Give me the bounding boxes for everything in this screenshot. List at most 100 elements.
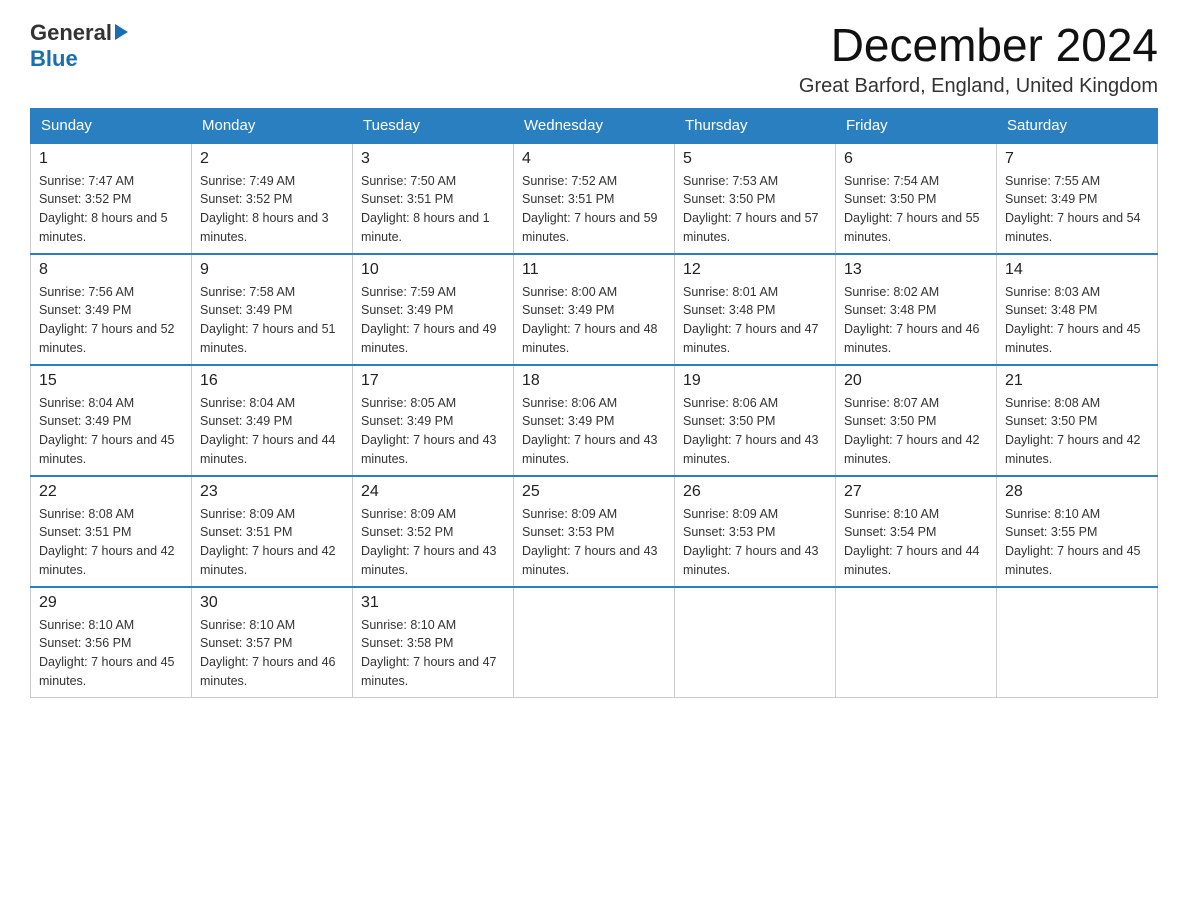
day-number: 18 xyxy=(522,372,666,390)
day-info: Sunrise: 8:07 AMSunset: 3:50 PMDaylight:… xyxy=(844,394,988,469)
day-number: 28 xyxy=(1005,483,1149,501)
day-info: Sunrise: 8:09 AMSunset: 3:51 PMDaylight:… xyxy=(200,505,344,580)
day-number: 16 xyxy=(200,372,344,390)
weekday-header-wednesday: Wednesday xyxy=(514,108,675,143)
weekday-header-tuesday: Tuesday xyxy=(353,108,514,143)
calendar-cell: 6 Sunrise: 7:54 AMSunset: 3:50 PMDaylight… xyxy=(836,143,997,254)
day-number: 11 xyxy=(522,261,666,279)
day-number: 21 xyxy=(1005,372,1149,390)
calendar-cell: 9 Sunrise: 7:58 AMSunset: 3:49 PMDaylight… xyxy=(192,254,353,365)
day-number: 24 xyxy=(361,483,505,501)
day-number: 3 xyxy=(361,150,505,168)
day-info: Sunrise: 8:06 AMSunset: 3:50 PMDaylight:… xyxy=(683,394,827,469)
day-info: Sunrise: 8:10 AMSunset: 3:55 PMDaylight:… xyxy=(1005,505,1149,580)
calendar-cell: 11 Sunrise: 8:00 AMSunset: 3:49 PMDayligh… xyxy=(514,254,675,365)
day-info: Sunrise: 7:58 AMSunset: 3:49 PMDaylight:… xyxy=(200,283,344,358)
calendar-cell: 28 Sunrise: 8:10 AMSunset: 3:55 PMDayligh… xyxy=(997,476,1158,587)
calendar-cell: 16 Sunrise: 8:04 AMSunset: 3:49 PMDayligh… xyxy=(192,365,353,476)
day-number: 8 xyxy=(39,261,183,279)
day-number: 15 xyxy=(39,372,183,390)
day-info: Sunrise: 8:10 AMSunset: 3:57 PMDaylight:… xyxy=(200,616,344,691)
day-number: 19 xyxy=(683,372,827,390)
day-number: 5 xyxy=(683,150,827,168)
calendar-cell: 5 Sunrise: 7:53 AMSunset: 3:50 PMDaylight… xyxy=(675,143,836,254)
day-info: Sunrise: 8:09 AMSunset: 3:53 PMDaylight:… xyxy=(522,505,666,580)
day-number: 26 xyxy=(683,483,827,501)
weekday-header-thursday: Thursday xyxy=(675,108,836,143)
weekday-header-row: SundayMondayTuesdayWednesdayThursdayFrid… xyxy=(31,108,1158,143)
week-row-3: 15 Sunrise: 8:04 AMSunset: 3:49 PMDayligh… xyxy=(31,365,1158,476)
week-row-1: 1 Sunrise: 7:47 AMSunset: 3:52 PMDaylight… xyxy=(31,143,1158,254)
calendar-cell: 20Sunrise: 8:07 AMSunset: 3:50 PMDayligh… xyxy=(836,365,997,476)
day-info: Sunrise: 8:05 AMSunset: 3:49 PMDaylight:… xyxy=(361,394,505,469)
calendar-cell: 24 Sunrise: 8:09 AMSunset: 3:52 PMDayligh… xyxy=(353,476,514,587)
day-info: Sunrise: 8:10 AMSunset: 3:58 PMDaylight:… xyxy=(361,616,505,691)
day-number: 23 xyxy=(200,483,344,501)
day-info: Sunrise: 8:10 AMSunset: 3:56 PMDaylight:… xyxy=(39,616,183,691)
title-block: December 2024 Great Barford, England, Un… xyxy=(799,20,1158,98)
subtitle: Great Barford, England, United Kingdom xyxy=(799,75,1158,98)
day-info: Sunrise: 7:47 AMSunset: 3:52 PMDaylight:… xyxy=(39,172,183,247)
day-number: 9 xyxy=(200,261,344,279)
day-info: Sunrise: 8:04 AMSunset: 3:49 PMDaylight:… xyxy=(200,394,344,469)
day-info: Sunrise: 8:08 AMSunset: 3:51 PMDaylight:… xyxy=(39,505,183,580)
calendar-cell: 23 Sunrise: 8:09 AMSunset: 3:51 PMDayligh… xyxy=(192,476,353,587)
day-info: Sunrise: 7:56 AMSunset: 3:49 PMDaylight:… xyxy=(39,283,183,358)
day-info: Sunrise: 8:09 AMSunset: 3:52 PMDaylight:… xyxy=(361,505,505,580)
day-number: 6 xyxy=(844,150,988,168)
weekday-header-friday: Friday xyxy=(836,108,997,143)
logo: General Blue xyxy=(30,20,128,72)
logo-blue: Blue xyxy=(30,46,128,72)
day-info: Sunrise: 8:10 AMSunset: 3:54 PMDaylight:… xyxy=(844,505,988,580)
day-info: Sunrise: 7:52 AMSunset: 3:51 PMDaylight:… xyxy=(522,172,666,247)
day-number: 25 xyxy=(522,483,666,501)
day-info: Sunrise: 7:55 AMSunset: 3:49 PMDaylight:… xyxy=(1005,172,1149,247)
week-row-4: 22Sunrise: 8:08 AMSunset: 3:51 PMDayligh… xyxy=(31,476,1158,587)
calendar-cell: 21 Sunrise: 8:08 AMSunset: 3:50 PMDayligh… xyxy=(997,365,1158,476)
calendar-cell: 13 Sunrise: 8:02 AMSunset: 3:48 PMDayligh… xyxy=(836,254,997,365)
logo-triangle-icon xyxy=(115,24,128,40)
day-info: Sunrise: 8:08 AMSunset: 3:50 PMDaylight:… xyxy=(1005,394,1149,469)
calendar-cell: 3 Sunrise: 7:50 AMSunset: 3:51 PMDaylight… xyxy=(353,143,514,254)
calendar-cell xyxy=(997,587,1158,698)
calendar-cell: 22Sunrise: 8:08 AMSunset: 3:51 PMDayligh… xyxy=(31,476,192,587)
day-number: 17 xyxy=(361,372,505,390)
day-info: Sunrise: 8:04 AMSunset: 3:49 PMDaylight:… xyxy=(39,394,183,469)
page-header: General Blue December 2024 Great Barford… xyxy=(30,20,1158,98)
day-info: Sunrise: 7:50 AMSunset: 3:51 PMDaylight:… xyxy=(361,172,505,247)
calendar-cell: 29Sunrise: 8:10 AMSunset: 3:56 PMDayligh… xyxy=(31,587,192,698)
weekday-header-monday: Monday xyxy=(192,108,353,143)
main-title: December 2024 xyxy=(799,20,1158,71)
calendar-cell xyxy=(836,587,997,698)
day-info: Sunrise: 7:53 AMSunset: 3:50 PMDaylight:… xyxy=(683,172,827,247)
week-row-2: 8 Sunrise: 7:56 AMSunset: 3:49 PMDaylight… xyxy=(31,254,1158,365)
day-info: Sunrise: 7:49 AMSunset: 3:52 PMDaylight:… xyxy=(200,172,344,247)
day-info: Sunrise: 7:54 AMSunset: 3:50 PMDaylight:… xyxy=(844,172,988,247)
day-number: 1 xyxy=(39,150,183,168)
calendar-cell xyxy=(675,587,836,698)
calendar-cell: 14 Sunrise: 8:03 AMSunset: 3:48 PMDayligh… xyxy=(997,254,1158,365)
day-info: Sunrise: 8:03 AMSunset: 3:48 PMDaylight:… xyxy=(1005,283,1149,358)
day-number: 14 xyxy=(1005,261,1149,279)
calendar-cell xyxy=(514,587,675,698)
day-info: Sunrise: 8:06 AMSunset: 3:49 PMDaylight:… xyxy=(522,394,666,469)
calendar-cell: 2 Sunrise: 7:49 AMSunset: 3:52 PMDaylight… xyxy=(192,143,353,254)
calendar-cell: 4Sunrise: 7:52 AMSunset: 3:51 PMDaylight… xyxy=(514,143,675,254)
day-number: 13 xyxy=(844,261,988,279)
calendar-cell: 30Sunrise: 8:10 AMSunset: 3:57 PMDayligh… xyxy=(192,587,353,698)
day-info: Sunrise: 8:02 AMSunset: 3:48 PMDaylight:… xyxy=(844,283,988,358)
calendar-cell: 26 Sunrise: 8:09 AMSunset: 3:53 PMDayligh… xyxy=(675,476,836,587)
calendar-cell: 1 Sunrise: 7:47 AMSunset: 3:52 PMDaylight… xyxy=(31,143,192,254)
calendar-cell: 31Sunrise: 8:10 AMSunset: 3:58 PMDayligh… xyxy=(353,587,514,698)
day-info: Sunrise: 8:00 AMSunset: 3:49 PMDaylight:… xyxy=(522,283,666,358)
day-number: 10 xyxy=(361,261,505,279)
calendar-cell: 10 Sunrise: 7:59 AMSunset: 3:49 PMDayligh… xyxy=(353,254,514,365)
day-info: Sunrise: 7:59 AMSunset: 3:49 PMDaylight:… xyxy=(361,283,505,358)
calendar-cell: 18 Sunrise: 8:06 AMSunset: 3:49 PMDayligh… xyxy=(514,365,675,476)
calendar-cell: 27Sunrise: 8:10 AMSunset: 3:54 PMDayligh… xyxy=(836,476,997,587)
calendar-table: SundayMondayTuesdayWednesdayThursdayFrid… xyxy=(30,108,1158,698)
calendar-cell: 25 Sunrise: 8:09 AMSunset: 3:53 PMDayligh… xyxy=(514,476,675,587)
logo-general: General xyxy=(30,20,112,46)
day-info: Sunrise: 8:09 AMSunset: 3:53 PMDaylight:… xyxy=(683,505,827,580)
day-number: 2 xyxy=(200,150,344,168)
